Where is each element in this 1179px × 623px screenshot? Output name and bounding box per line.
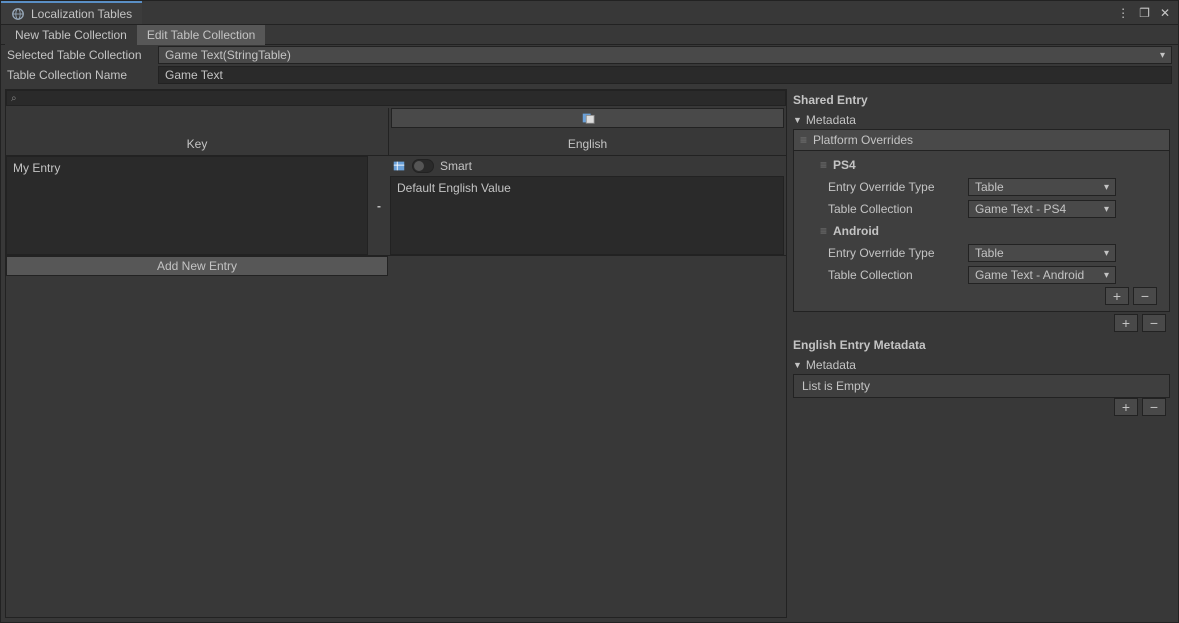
header-key-label: Key (187, 137, 208, 151)
selected-collection-label: Selected Table Collection (7, 48, 152, 62)
platform-overrides-buttons: + − (820, 287, 1161, 307)
android-override-type-label: Entry Override Type (820, 246, 960, 260)
globe-icon (11, 7, 25, 21)
drag-handle-icon[interactable]: ≡ (820, 158, 825, 172)
window-controls: ⋮ ❐ ✕ (1109, 1, 1178, 24)
platform-overrides-list: ≡ Platform Overrides ≡ PS4 Entry Overrid… (793, 129, 1170, 312)
english-cell-toolbar: Smart (390, 156, 784, 176)
mode-tabs: New Table Collection Edit Table Collecti… (1, 25, 1178, 45)
ps4-collection-dropdown[interactable]: Game Text - PS4 (968, 200, 1116, 218)
add-english-metadata-button[interactable]: + (1114, 398, 1138, 416)
table-area: Key English My Entry (6, 108, 786, 617)
table-icon[interactable] (392, 159, 406, 173)
add-new-entry-label: Add New Entry (157, 259, 237, 273)
inspector-pane: Shared Entry ▼ Metadata ≡ Platform Overr… (793, 89, 1174, 618)
add-new-entry-button[interactable]: Add New Entry (6, 256, 388, 276)
add-shared-metadata-button[interactable]: + (1114, 314, 1138, 332)
android-collection-label: Table Collection (820, 268, 960, 282)
dash-icon: - (377, 199, 381, 213)
english-metadata-label: Metadata (806, 358, 856, 372)
table-pane: ⌕ Key English (5, 89, 787, 618)
maximize-icon[interactable]: ❐ (1139, 6, 1150, 20)
foldout-arrow-icon: ▼ (793, 115, 802, 125)
add-row: Add New Entry (6, 256, 786, 276)
table-row: My Entry - Smart Default English Value (6, 156, 786, 256)
shared-metadata-label: Metadata (806, 113, 856, 127)
ps4-override-type-row: Entry Override Type Table (820, 177, 1161, 197)
android-collection-value: Game Text - Android (975, 268, 1084, 282)
locale-selector-button[interactable] (391, 108, 784, 128)
platform-overrides-header[interactable]: ≡ Platform Overrides (794, 130, 1169, 151)
key-cell[interactable]: My Entry (6, 156, 368, 255)
shared-metadata-foldout[interactable]: ▼ Metadata (793, 111, 1170, 129)
shared-entry-title: Shared Entry (793, 89, 1170, 111)
main-area: ⌕ Key English (1, 85, 1178, 622)
ps4-collection-value: Game Text - PS4 (975, 202, 1066, 216)
foldout-arrow-icon: ▼ (793, 360, 802, 370)
titlebar: Localization Tables ⋮ ❐ ✕ (1, 1, 1178, 25)
header-english-label: English (568, 137, 607, 151)
android-override-type-row: Entry Override Type Table (820, 243, 1161, 263)
ps4-override-type-value: Table (975, 180, 1004, 194)
ps4-override-type-label: Entry Override Type (820, 180, 960, 194)
english-metadata-empty-text: List is Empty (802, 379, 870, 393)
ps4-collection-row: Table Collection Game Text - PS4 (820, 199, 1161, 219)
tab-new-collection[interactable]: New Table Collection (5, 25, 137, 45)
remove-english-metadata-button[interactable]: − (1142, 398, 1166, 416)
selected-collection-row: Selected Table Collection Game Text(Stri… (1, 45, 1178, 65)
platform-overrides-body: ≡ PS4 Entry Override Type Table Table Co… (794, 151, 1169, 311)
android-collection-dropdown[interactable]: Game Text - Android (968, 266, 1116, 284)
platform-android-name: Android (833, 224, 879, 238)
close-icon[interactable]: ✕ (1160, 6, 1170, 20)
key-cell-value: My Entry (13, 161, 60, 175)
drag-handle-icon[interactable]: ≡ (800, 133, 805, 147)
platform-ps4-row: ≡ PS4 (820, 155, 1161, 175)
localization-window: Localization Tables ⋮ ❐ ✕ New Table Coll… (0, 0, 1179, 623)
table-header: Key English (6, 108, 786, 156)
tab-edit-collection[interactable]: Edit Table Collection (137, 25, 266, 45)
collection-name-input[interactable]: Game Text (158, 66, 1172, 84)
english-metadata-buttons: + − (793, 398, 1170, 418)
english-entry-metadata-title: English Entry Metadata (793, 334, 1170, 356)
platform-android-row: ≡ Android (820, 221, 1161, 241)
selected-collection-dropdown[interactable]: Game Text(StringTable) (158, 46, 1172, 64)
remove-platform-button[interactable]: − (1133, 287, 1157, 305)
menu-icon[interactable]: ⋮ (1117, 6, 1129, 20)
drag-handle-icon[interactable]: ≡ (820, 224, 825, 238)
collection-name-label: Table Collection Name (7, 68, 152, 82)
english-value-text: Default English Value (397, 181, 511, 195)
english-cell: Smart Default English Value (388, 156, 786, 255)
window-title: Localization Tables (31, 7, 132, 21)
ps4-collection-label: Table Collection (820, 202, 960, 216)
add-platform-button[interactable]: + (1105, 287, 1129, 305)
header-english-col: English (389, 108, 786, 155)
collection-name-row: Table Collection Name Game Text (1, 65, 1178, 85)
header-english: English (389, 134, 786, 155)
android-override-type-value: Table (975, 246, 1004, 260)
ps4-override-type-dropdown[interactable]: Table (968, 178, 1116, 196)
android-collection-row: Table Collection Game Text - Android (820, 265, 1161, 285)
window-tab[interactable]: Localization Tables (1, 1, 142, 24)
english-metadata-foldout[interactable]: ▼ Metadata (793, 356, 1170, 374)
smart-toggle[interactable] (412, 159, 434, 173)
search-input[interactable]: ⌕ (6, 90, 786, 106)
android-override-type-dropdown[interactable]: Table (968, 244, 1116, 262)
row-remove-button[interactable]: - (370, 156, 388, 255)
platform-ps4-name: PS4 (833, 158, 856, 172)
platform-overrides-label: Platform Overrides (813, 133, 913, 147)
smart-label: Smart (440, 159, 472, 173)
selected-collection-value: Game Text(StringTable) (165, 48, 291, 62)
header-key: Key (6, 108, 389, 155)
remove-shared-metadata-button[interactable]: − (1142, 314, 1166, 332)
collection-name-value: Game Text (165, 68, 223, 82)
shared-metadata-buttons: + − (793, 314, 1170, 334)
locale-icon (581, 111, 595, 125)
search-icon: ⌕ (11, 93, 17, 104)
english-metadata-empty: List is Empty (793, 374, 1170, 398)
english-value-input[interactable]: Default English Value (390, 176, 784, 255)
